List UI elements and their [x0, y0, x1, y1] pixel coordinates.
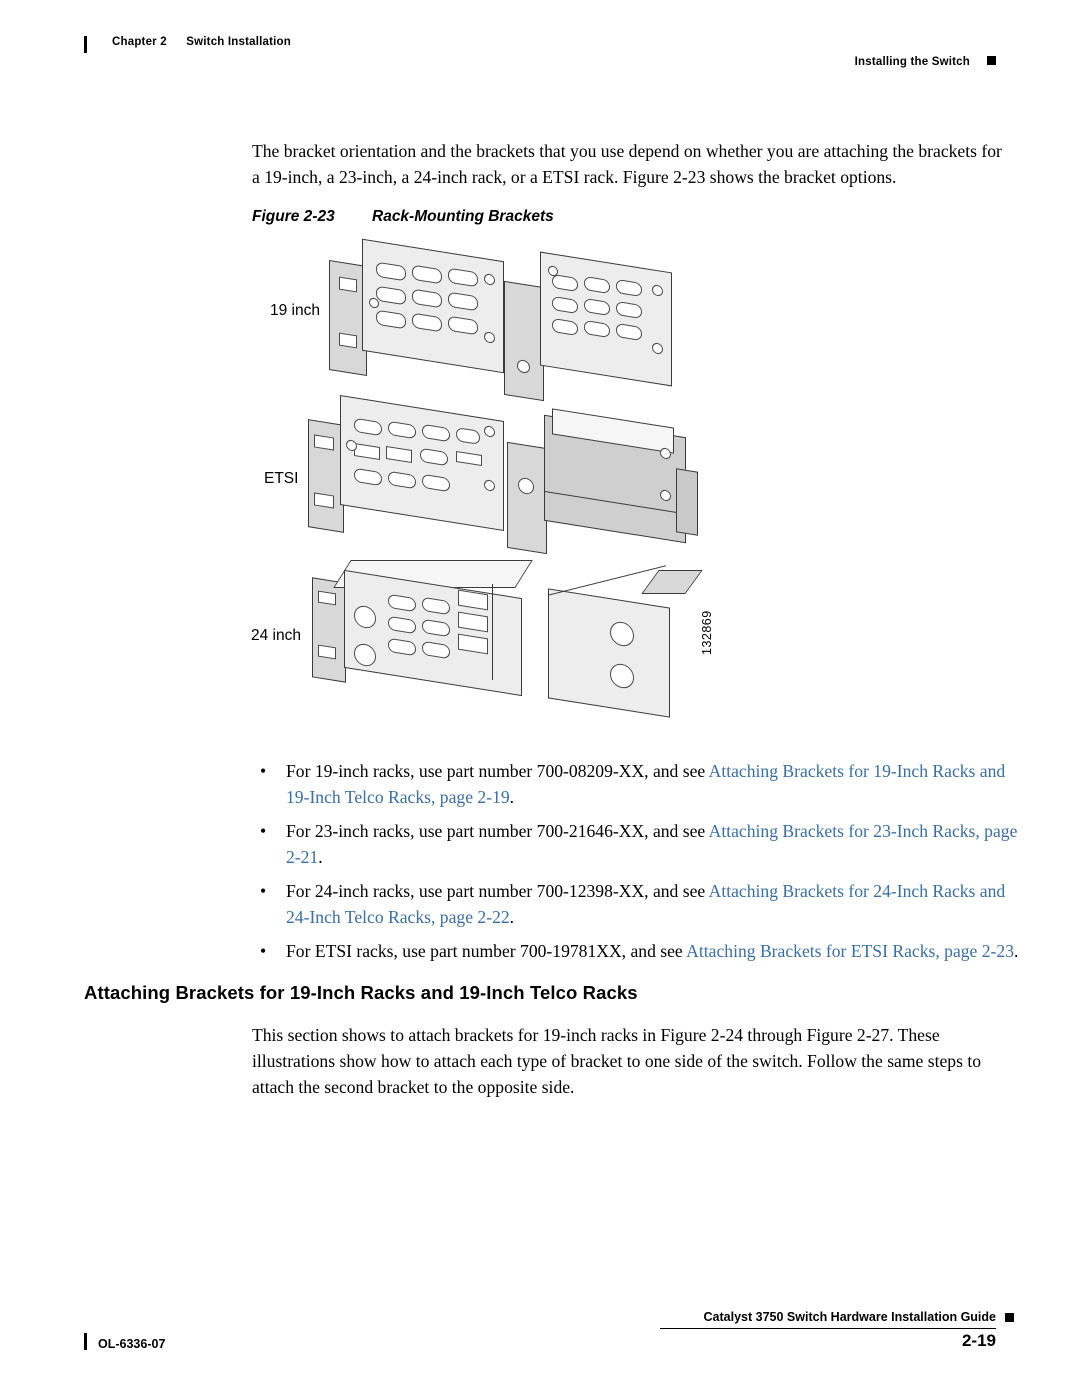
page-header: Chapter 2 Switch Installation Installing… [84, 36, 996, 68]
bullet-text-post: . [1014, 941, 1019, 961]
figure-art-id: 132869 [700, 610, 714, 655]
figure-caption-number: Figure 2-23 [252, 208, 335, 225]
footer-square [1005, 1313, 1014, 1322]
etsi-right-flange [507, 441, 547, 555]
list-item: For ETSI racks, use part number 700-1978… [252, 938, 1024, 964]
header-chapter-number: Chapter 2 [112, 36, 167, 48]
bullet-text-post: . [318, 847, 323, 867]
bullet-text-pre: For 23-inch racks, use part number 700-2… [286, 821, 709, 841]
document-page: Chapter 2 Switch Installation Installing… [0, 0, 1080, 1397]
bullet-link[interactable]: Attaching Brackets for ETSI Racks, page … [686, 941, 1014, 961]
footer-left-tick [84, 1333, 87, 1350]
section-paragraph: This section shows to attach brackets fo… [252, 1025, 982, 1097]
header-chapter: Chapter 2 Switch Installation [112, 36, 291, 48]
header-right-square [987, 56, 996, 65]
figure-label-19inch: 19 inch [270, 302, 320, 319]
b24-right-plate [548, 588, 670, 718]
footer-page-number: 2-19 [961, 1331, 996, 1350]
list-item: For 19-inch racks, use part number 700-0… [252, 758, 1024, 810]
header-left-tick [84, 36, 87, 53]
footer-rule [660, 1328, 996, 1329]
bullet-text-post: . [509, 787, 515, 807]
list-item: For 23-inch racks, use part number 700-2… [252, 818, 1024, 870]
figure-rack-mounting-brackets: 19 inch ETSI 24 inch 132869 [251, 238, 952, 740]
flange-notch [339, 332, 357, 349]
header-chapter-title: Switch Installation [186, 36, 292, 48]
list-item: For 24-inch racks, use part number 700-1… [252, 878, 1024, 930]
header-running-head: Installing the Switch [854, 56, 970, 68]
bullet-text-pre: For 24-inch racks, use part number 700-1… [286, 881, 709, 901]
section-heading: Attaching Brackets for 19-Inch Racks and… [84, 982, 638, 1003]
etsi-right-tab [676, 468, 698, 536]
bullet-list: For 19-inch racks, use part number 700-0… [252, 758, 1024, 972]
footer-doc-number: OL-6336-07 [98, 1337, 166, 1351]
footer-guide-title: Catalyst 3750 Switch Hardware Installati… [703, 1310, 996, 1324]
bullet-text-post: . [509, 907, 515, 927]
figure-caption-title: Rack-Mounting Brackets [372, 208, 554, 225]
figure-label-24inch: 24 inch [251, 627, 301, 644]
intro-paragraph: The bracket orientation and the brackets… [252, 141, 1002, 187]
figure-label-etsi: ETSI [264, 470, 299, 487]
flange-notch [339, 276, 357, 293]
edge-line [492, 583, 494, 681]
bullet-text-pre: For 19-inch racks, use part number 700-0… [286, 761, 709, 781]
bullet-text-pre: For ETSI racks, use part number 700-1978… [286, 941, 687, 961]
b24-right-tab [641, 570, 703, 594]
bracket-19-right-flange [504, 280, 544, 402]
figure-caption: Figure 2-23 Rack-Mounting Brackets [252, 208, 554, 226]
edge-line [548, 597, 550, 621]
